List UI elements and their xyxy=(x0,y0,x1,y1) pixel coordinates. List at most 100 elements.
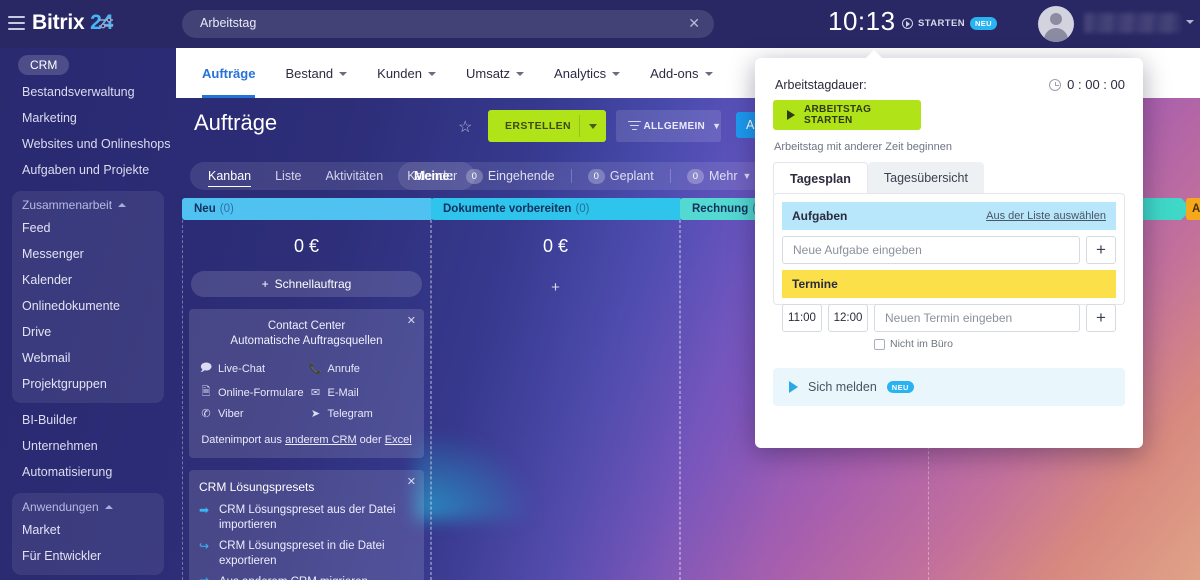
sidebar-item-bestandsverwaltung[interactable]: Bestandsverwaltung xyxy=(0,79,176,105)
close-icon[interactable]: ✕ xyxy=(688,15,700,31)
tab-analytics[interactable]: Analytics xyxy=(554,48,621,98)
sidebar-item-onlinedokumente[interactable]: Onlinedokumente xyxy=(12,293,164,319)
sidebar-item-feed[interactable]: Feed xyxy=(12,215,164,241)
kanban-column-body: 0 € + xyxy=(431,220,680,580)
page-title: Aufträge xyxy=(194,110,278,135)
my-counters-group: Meine: 0 Eingehende 0 Geplant 0 Mehr ▼ xyxy=(398,162,768,190)
sidebar-item-messenger[interactable]: Messenger xyxy=(12,241,164,267)
channel-live-chat[interactable]: 🗩 Live-Chat xyxy=(199,359,305,378)
sidebar-item-aufgaben[interactable]: Aufgaben und Projekte xyxy=(0,157,176,183)
chevron-up-icon xyxy=(118,203,127,207)
event-time-to[interactable]: 12:00 xyxy=(828,304,868,332)
migrate-icon: ⇄ xyxy=(199,575,212,580)
view-liste[interactable]: Liste xyxy=(275,169,301,183)
start-other-time-link[interactable]: Arbeitstag mit anderer Zeit beginnen xyxy=(774,141,952,153)
tab-label: Add-ons xyxy=(650,65,699,81)
phone-icon: 📞 xyxy=(308,363,323,375)
avatar[interactable] xyxy=(1038,6,1074,42)
chevron-down-icon[interactable] xyxy=(589,124,597,129)
tab-tagesplan[interactable]: Tagesplan xyxy=(773,162,868,194)
quick-order-button[interactable]: + Schnellauftrag xyxy=(191,271,422,297)
tab-auftraege[interactable]: Aufträge xyxy=(202,48,256,98)
favorite-star-icon[interactable]: ☆ xyxy=(458,117,472,137)
kanban-column-header[interactable]: Neu (0) xyxy=(182,198,442,220)
kanban-column-sum: 0 € xyxy=(542,236,569,256)
channel-telegram[interactable]: ➤ Telegram xyxy=(309,407,415,421)
start-workday-button[interactable]: ARBEITSTAG STARTEN xyxy=(773,100,921,130)
mail-icon: ✉ xyxy=(310,387,321,399)
channel-online-formulare[interactable]: 🗎 Online-Formulare xyxy=(199,383,305,402)
channel-viber[interactable]: ✆ Viber xyxy=(199,407,305,421)
sidebar-item-webmail[interactable]: Webmail xyxy=(12,345,164,371)
sidebar-group-header-anwendungen[interactable]: Anwendungen xyxy=(12,497,164,517)
out-of-office-row: Nicht im Büro xyxy=(874,338,1116,350)
sidebar-item-drive[interactable]: Drive xyxy=(12,319,164,345)
counter-value: 0 xyxy=(686,168,704,184)
channel-anrufe[interactable]: 📞 Anrufe xyxy=(309,359,415,378)
sidebar-group-header-zusammenarbeit[interactable]: Zusammenarbeit xyxy=(12,195,164,215)
close-icon[interactable]: ✕ xyxy=(407,475,416,488)
tab-label: Umsatz xyxy=(465,65,511,81)
new-task-input[interactable]: Neue Aufgabe eingeben xyxy=(782,236,1080,264)
sidebar-item-marketing[interactable]: Marketing xyxy=(0,105,176,131)
popup-tabs: Tagesplan Tagesübersicht xyxy=(773,162,984,194)
counter-mehr[interactable]: 0 Mehr ▼ xyxy=(686,168,751,184)
kanban-stage-chip-orange[interactable]: Abs xyxy=(1186,198,1200,220)
preset-import[interactable]: ➡ CRM Lösungspreset aus der Datei import… xyxy=(199,503,414,532)
add-task-button[interactable]: + xyxy=(1086,236,1116,264)
channel-grid: 🗩 Live-Chat 📞 Anrufe 🗎 Online-Formulare xyxy=(199,359,414,420)
preset-migrate[interactable]: ⇄ Aus anderem CRM migrieren xyxy=(199,575,414,580)
global-search-input[interactable]: Arbeitstag ✕ xyxy=(182,10,714,38)
channel-email[interactable]: ✉ E-Mail xyxy=(309,383,415,402)
timer-value: 0 : 00 : 00 xyxy=(1067,77,1125,92)
task-input-row: Neue Aufgabe eingeben + xyxy=(782,236,1116,264)
out-of-office-checkbox[interactable] xyxy=(874,338,885,350)
counter-eingehende[interactable]: 0 Eingehende xyxy=(465,168,555,184)
create-button[interactable]: ERSTELLEN xyxy=(488,110,606,142)
sidebar-item-fuer-entwickler[interactable]: Für Entwickler xyxy=(12,543,164,569)
sidebar-item-kalender[interactable]: Kalender xyxy=(12,267,164,293)
preset-export[interactable]: ↪ CRM Lösungspreset in die Datei exporti… xyxy=(199,539,414,568)
view-kanban[interactable]: Kanban xyxy=(208,169,252,187)
view-aktivitaeten[interactable]: Aktivitäten xyxy=(326,169,384,183)
choose-from-list-link[interactable]: Aus der Liste auswählen xyxy=(986,210,1106,222)
tab-umsatz[interactable]: Umsatz xyxy=(465,48,525,98)
channel-label: Online-Formulare xyxy=(218,386,304,399)
close-icon[interactable]: ✕ xyxy=(407,314,416,327)
sidebar-item-websites[interactable]: Websites und Onlineshops xyxy=(0,131,176,157)
divider xyxy=(579,115,580,137)
event-input-row: 11:00 12:00 Neuen Termin eingeben + xyxy=(782,304,1116,332)
menu-burger-icon[interactable] xyxy=(8,16,25,30)
add-event-button[interactable]: + xyxy=(1086,304,1116,332)
sidebar-item-projektgruppen[interactable]: Projektgruppen xyxy=(12,371,164,397)
sidebar-item-bi-builder[interactable]: BI-Builder xyxy=(0,407,176,433)
tab-bestand[interactable]: Bestand xyxy=(285,48,348,98)
event-time-from[interactable]: 11:00 xyxy=(782,304,822,332)
start-workday-shortcut[interactable]: STARTEN NEU xyxy=(902,17,998,30)
filter-button[interactable]: ALLGEMEIN ▼ xyxy=(616,110,721,142)
sidebar-item-crm[interactable]: CRM xyxy=(18,55,70,75)
link-other-crm[interactable]: anderem CRM xyxy=(285,434,357,446)
tasks-bar-label: Aufgaben xyxy=(792,209,848,223)
sidebar-item-market[interactable]: Market xyxy=(12,517,164,543)
sidebar-item-automatisierung[interactable]: Automatisierung xyxy=(0,459,176,485)
chevron-down-icon[interactable]: ▼ xyxy=(742,171,751,181)
chevron-down-icon[interactable] xyxy=(1186,20,1194,24)
new-badge: NEU xyxy=(969,17,998,30)
login-button[interactable]: Sich melden NEU xyxy=(773,368,1125,406)
tab-tagesuebersicht[interactable]: Tagesübersicht xyxy=(867,162,984,194)
tab-add-ons[interactable]: Add-ons xyxy=(650,48,713,98)
settings-sliders-icon[interactable] xyxy=(99,17,113,29)
channel-label: E-Mail xyxy=(327,386,359,399)
counter-geplant[interactable]: 0 Geplant xyxy=(587,168,654,184)
tab-kunden[interactable]: Kunden xyxy=(377,48,436,98)
add-card-button[interactable]: + xyxy=(432,279,679,296)
new-event-input[interactable]: Neuen Termin eingeben xyxy=(874,304,1080,332)
kanban-column-header[interactable]: Dokumente vorbereiten (0) xyxy=(431,198,691,220)
play-circle-icon xyxy=(902,17,913,29)
funnel-icon xyxy=(628,120,641,132)
play-icon xyxy=(787,110,795,120)
sidebar-group-title: Zusammenarbeit xyxy=(22,198,113,212)
sidebar-item-unternehmen[interactable]: Unternehmen xyxy=(0,433,176,459)
link-excel[interactable]: Excel xyxy=(385,434,412,446)
